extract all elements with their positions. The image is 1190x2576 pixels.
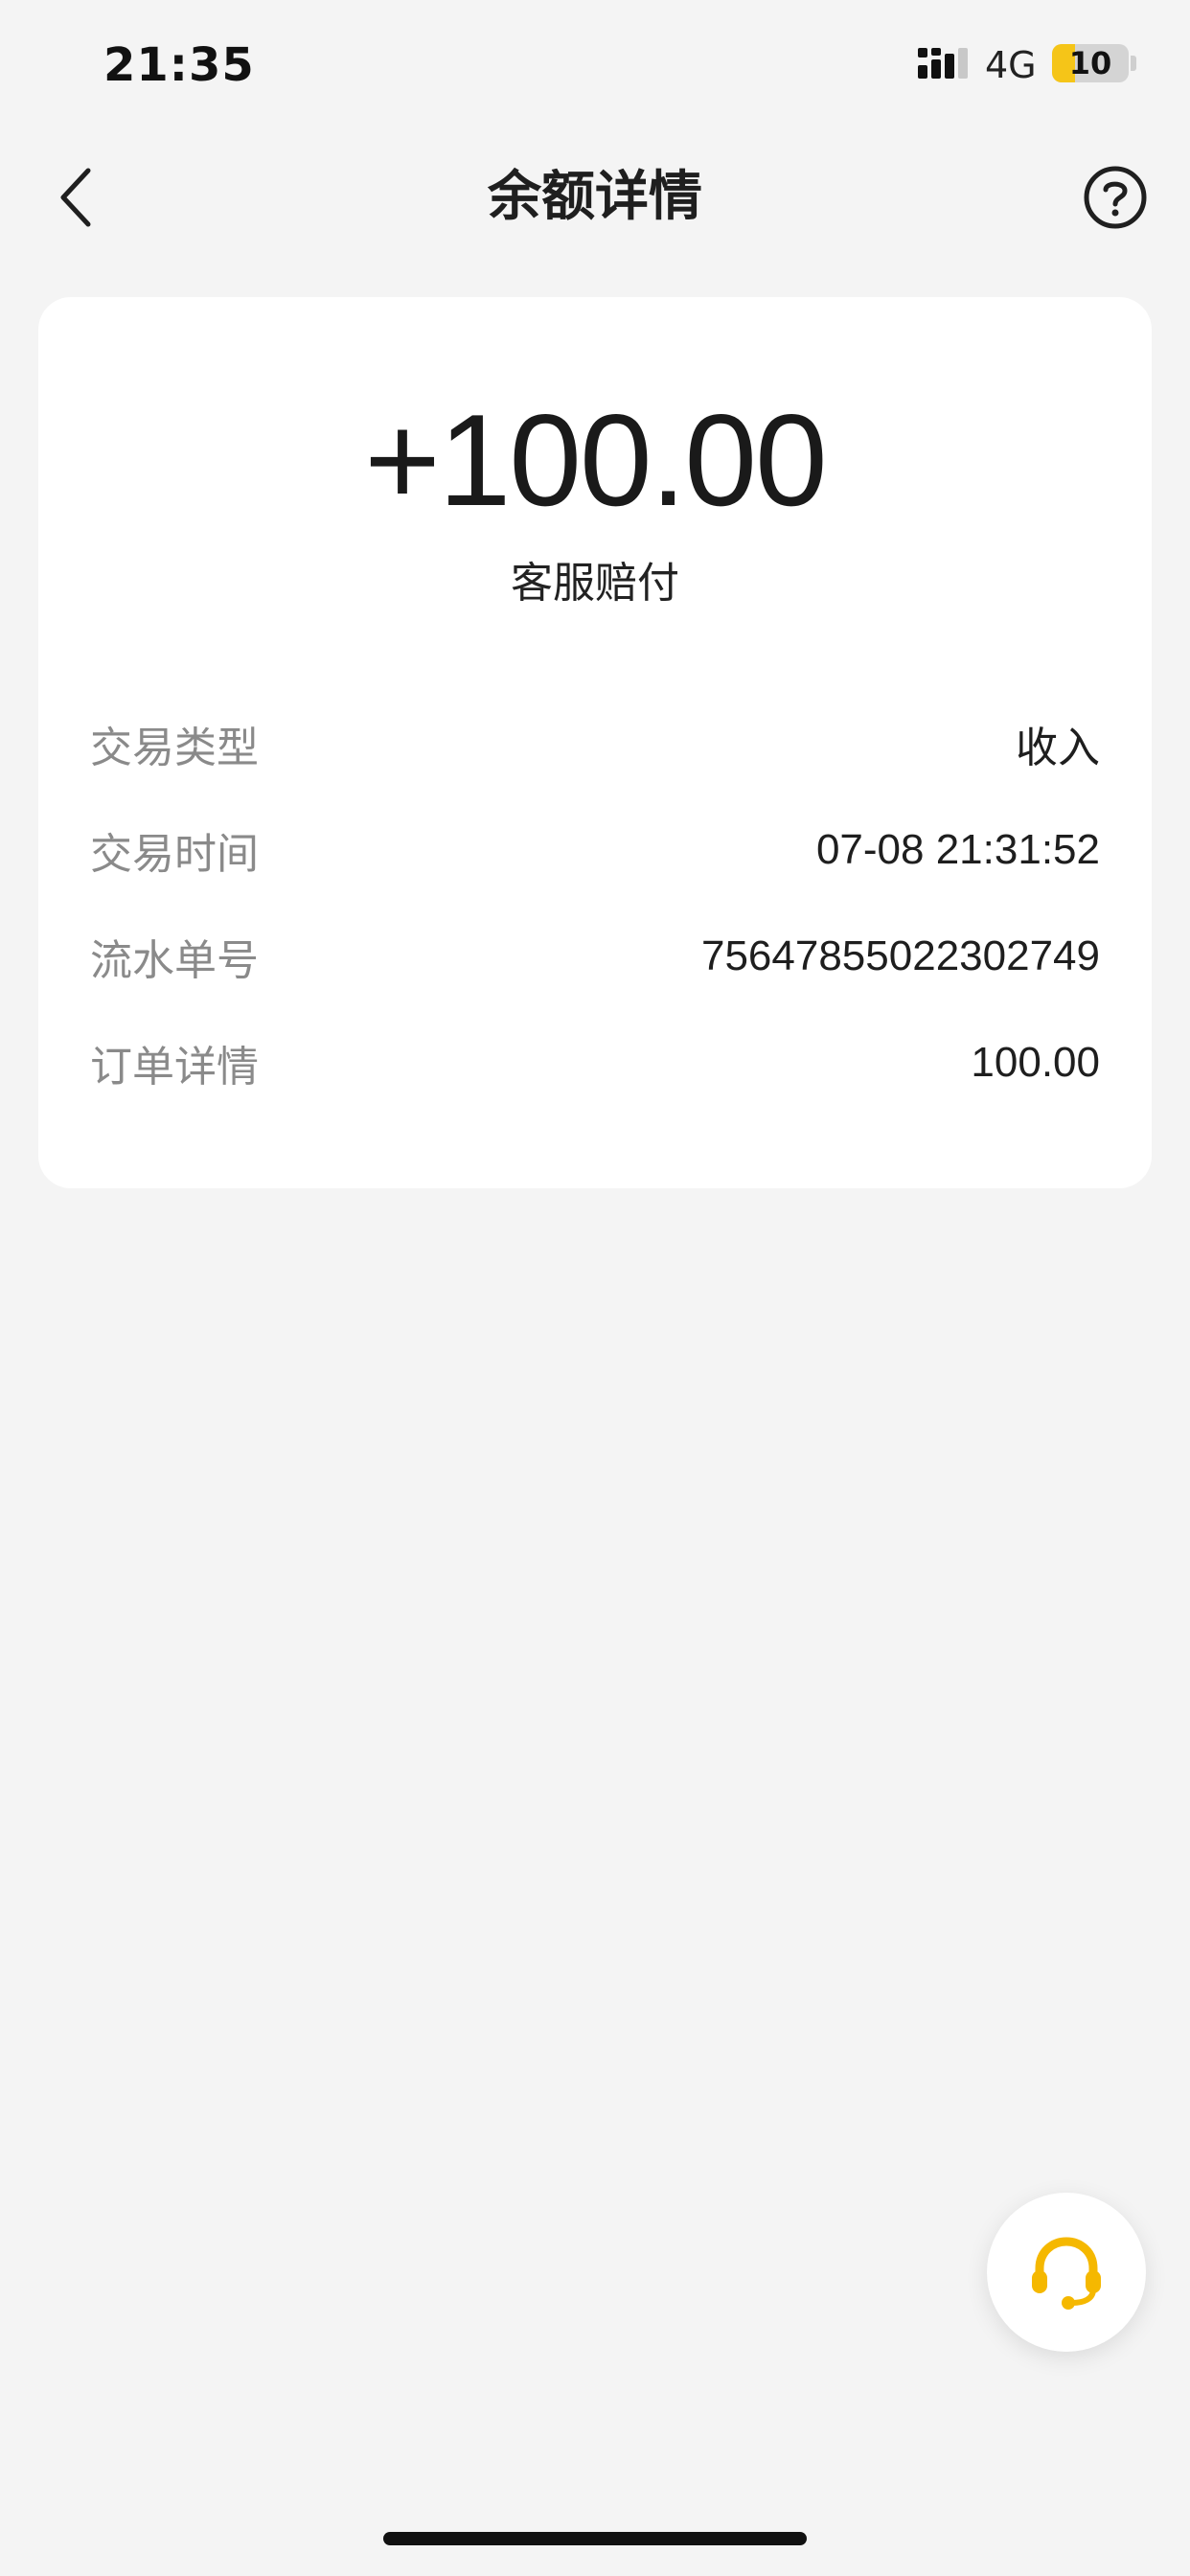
status-time: 21:35	[103, 38, 255, 92]
transaction-amount: +100.00	[364, 387, 827, 533]
detail-row-serial: 流水单号 7564785502230274​9	[90, 918, 1100, 995]
transaction-description: 客服赔付	[511, 559, 679, 608]
battery-cap	[1131, 56, 1136, 71]
detail-row-order: 订单详情 100.00	[90, 1024, 1100, 1101]
balance-detail-screen: 21:35 4G 10 余额详情 +100.00 客服赔付 交易类型 收入 交易…	[0, 0, 1190, 2576]
detail-label: 交易类型	[90, 724, 259, 772]
help-button[interactable]	[1077, 159, 1154, 236]
signal-icon	[918, 48, 968, 79]
detail-label: 流水单号	[90, 936, 259, 985]
detail-value: 收入	[1016, 724, 1100, 771]
headset-icon	[1032, 2237, 1101, 2310]
battery-icon: 10	[1052, 44, 1129, 82]
page-title: 余额详情	[488, 166, 702, 228]
transaction-card: +100.00 客服赔付 交易类型 收入 交易时间 07-08 21:31:52…	[38, 297, 1152, 1188]
detail-value: 7564785502230274​9	[700, 932, 1100, 979]
customer-service-button[interactable]	[987, 2193, 1146, 2352]
detail-value: 07-08 21:31:52	[815, 826, 1100, 873]
detail-value: 100.00	[971, 1039, 1100, 1086]
detail-row-time: 交易时间 07-08 21:31:52	[90, 812, 1100, 888]
network-type: 4G	[985, 44, 1037, 86]
detail-label: 订单详情	[90, 1043, 259, 1092]
status-bar: 21:35 4G 10	[0, 0, 1190, 130]
battery-level: 10	[1068, 45, 1112, 81]
nav-bar: 余额详情	[0, 130, 1190, 264]
detail-label: 交易时间	[90, 830, 259, 879]
help-circle-icon	[1084, 166, 1147, 229]
home-indicator	[383, 2532, 807, 2545]
detail-row-type: 交易类型 收入	[90, 705, 1100, 782]
